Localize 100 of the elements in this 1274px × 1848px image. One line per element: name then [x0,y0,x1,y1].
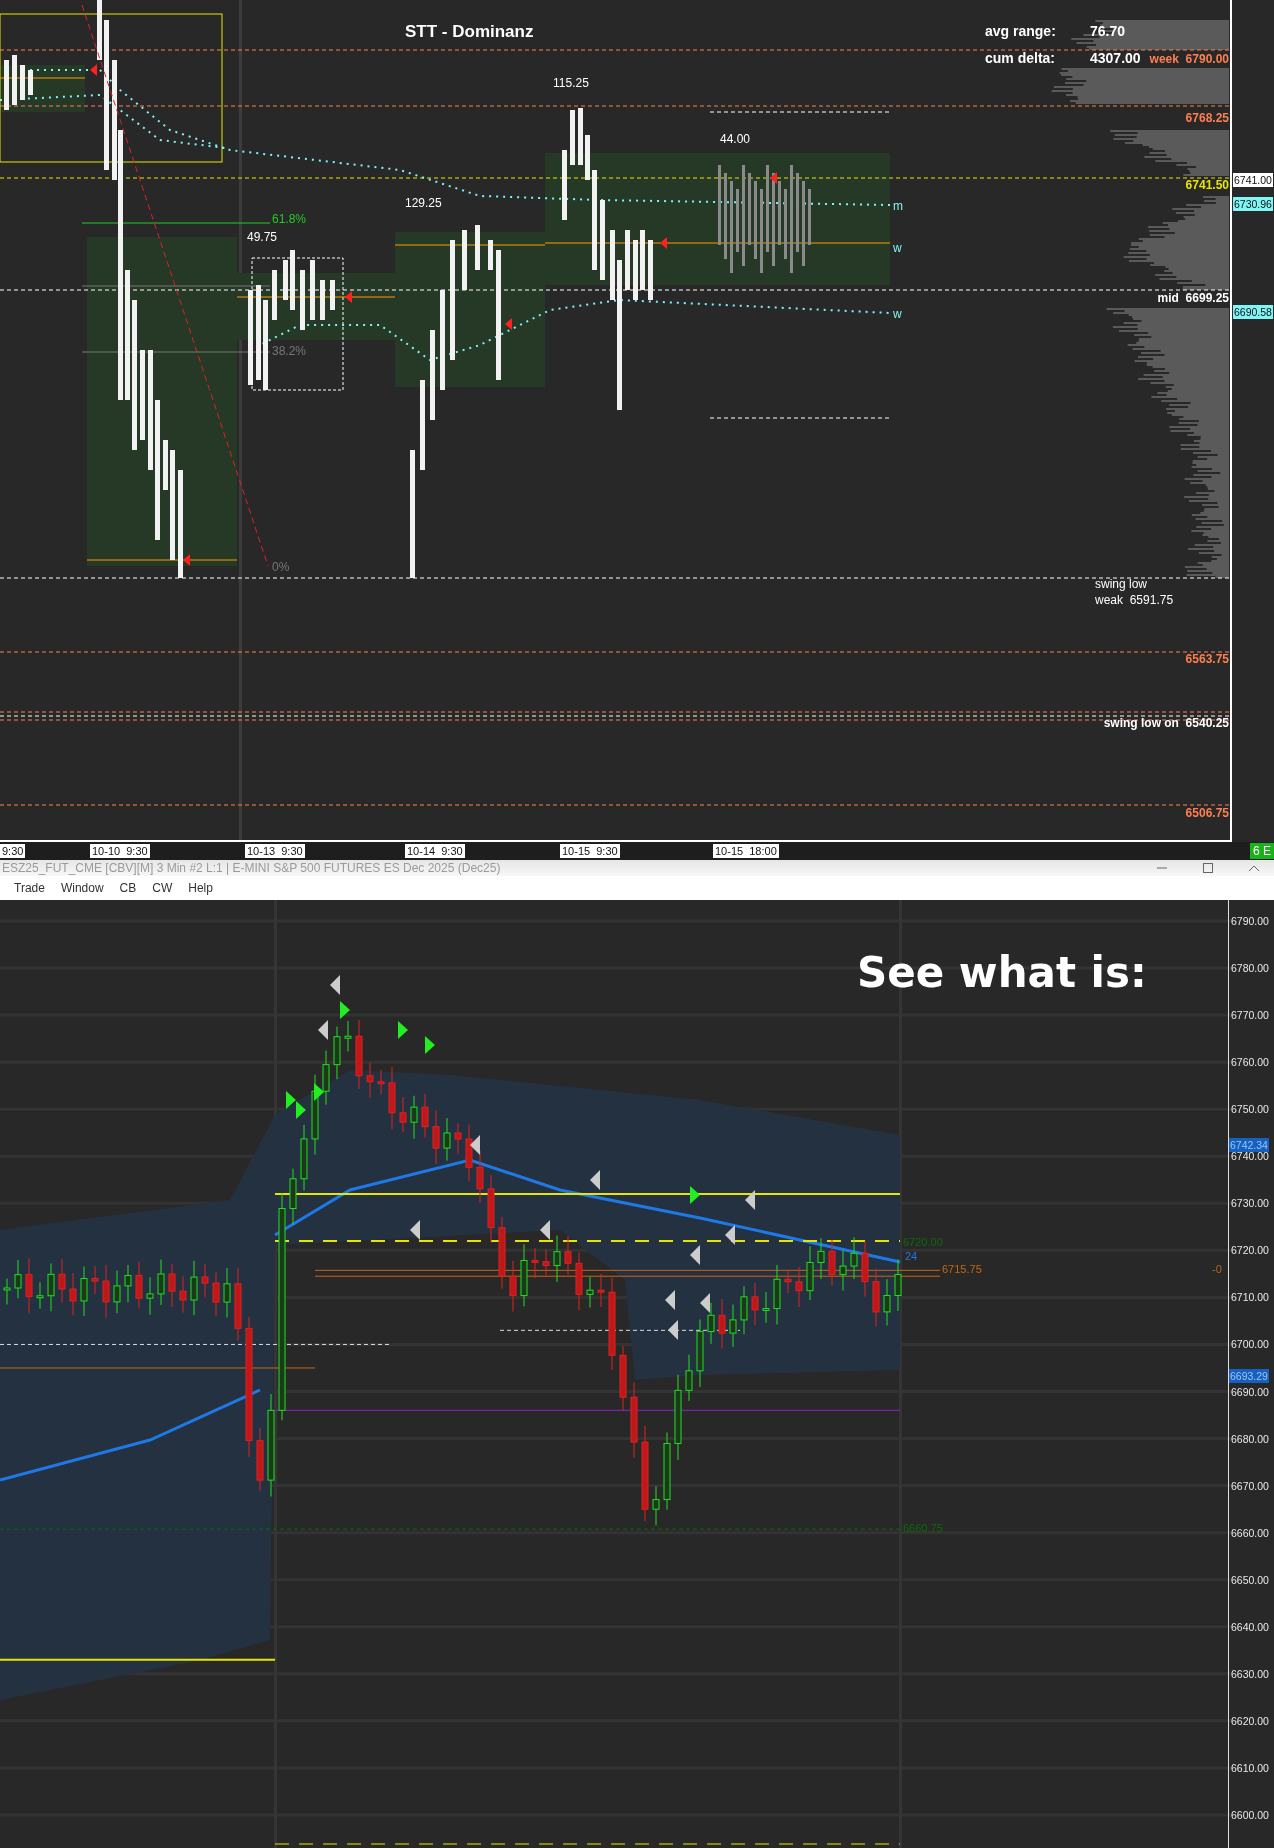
swing-low-note: swing low [1095,577,1148,591]
range-value-label: 129.25 [405,196,442,210]
line-tag: w [893,307,902,321]
range-value-label: 115.25 [553,76,589,90]
signal-arrow [330,975,340,995]
menu-item[interactable]: CW [148,879,177,897]
signal-arrow [410,1220,420,1240]
signal-arrow [690,1245,700,1265]
candlestick [509,1260,517,1313]
candlestick [432,1109,440,1165]
candlestick [69,1272,77,1316]
candlestick [135,1261,143,1309]
candlestick [487,1174,495,1244]
candlestick [201,1263,209,1298]
maximize-icon[interactable] [1202,863,1214,873]
stat-label: cum delta: [985,50,1055,67]
stat-value: 4307.00 [1090,50,1141,67]
candlestick [839,1249,847,1292]
candlestick [366,1062,374,1099]
time-axis-label: 10-10 9:30 [90,844,150,858]
price-axis-label: 6790.00 [1231,914,1269,928]
line-price-label: 6720.00 [903,1236,943,1249]
candlestick [124,1264,132,1303]
arrow-marker [770,172,777,184]
candlestick [91,1265,99,1295]
price-axis-label: 6650.00 [1231,1572,1269,1587]
status-badge: 6 E [1250,843,1274,859]
candlestick [25,1257,33,1314]
price-axis-label: 6700.00 [1231,1337,1269,1352]
signal-arrow [725,1225,735,1245]
chevron-up-icon[interactable] [1248,863,1260,873]
candlestick [575,1251,583,1311]
swing-low-note: weak 6591.75 [1095,593,1174,607]
time-axis-label: 10-14 9:30 [405,844,465,858]
price-axis-label: 6600.00 [1231,1807,1269,1822]
candlestick [223,1267,231,1318]
candlestick [454,1122,462,1155]
candlestick [817,1237,825,1280]
candlestick [718,1298,726,1350]
signal-arrow [470,1135,480,1155]
candlestick [157,1259,165,1306]
candlestick [443,1117,451,1162]
candlestick [333,1026,341,1080]
candlestick [729,1304,737,1348]
menu-item[interactable]: CB [115,879,141,897]
candlestick [652,1485,660,1527]
candlestick [751,1282,759,1326]
candlestick [300,1124,308,1192]
candlestick [696,1319,704,1388]
candlestick [256,1427,264,1492]
candlestick [421,1093,429,1138]
candlestick [586,1276,594,1309]
candlestick [80,1265,88,1317]
candlestick [894,1258,902,1312]
price-axis-label: 6610.00 [1231,1760,1269,1775]
price-axis-label: 6770.00 [1231,1008,1269,1023]
offset-label: -0 [1212,1263,1222,1276]
signal-arrow [318,1020,328,1040]
candlestick [773,1264,781,1326]
candlestick [113,1270,121,1314]
arrow-marker [183,554,190,566]
candlestick [36,1281,44,1310]
signal-arrow [590,1170,600,1190]
candlestick [465,1124,473,1182]
candlestick [531,1247,539,1279]
candlestick [289,1168,297,1226]
time-axis-label: 10-15 9:30 [560,844,620,858]
menu-item[interactable]: Trade [10,879,49,897]
line-tag: w [893,241,902,255]
price-level-label: 6506.75 [1184,806,1230,820]
candlestick [850,1236,858,1280]
candlestick [355,1019,363,1090]
menu-item[interactable]: Help [184,879,217,897]
candlestick [344,1020,352,1052]
signal-arrow [665,1290,675,1310]
price-axis-label: 6680.00 [1231,1431,1269,1446]
candlestick [619,1345,627,1412]
candlestick [520,1243,528,1307]
candlestick [377,1069,385,1095]
candlestick [399,1096,407,1133]
candlestick [47,1262,55,1312]
candlestick [168,1263,176,1308]
candlestick [828,1239,836,1287]
chart-title: STT - Dominanz [405,22,534,42]
price-level-label: 6563.75 [1184,652,1230,666]
line-price-label: 6660.75 [903,1522,943,1535]
candlestick [3,1278,11,1305]
candlestick [146,1276,154,1316]
candlestick [476,1150,484,1204]
menu-item[interactable]: Window [56,879,108,897]
signal-arrow [668,1320,678,1340]
line-price-label: 6715.75 [942,1263,982,1276]
candlestick [784,1268,792,1294]
candlestick [553,1235,561,1283]
price-axis-label: 6740.00 [1231,1149,1269,1164]
time-axis-label: 10-13 9:30 [245,844,305,858]
candlestick [410,1095,418,1140]
candlestick [14,1259,22,1299]
price-axis-label: 6760.00 [1231,1055,1269,1070]
signal-arrow [314,1083,324,1101]
